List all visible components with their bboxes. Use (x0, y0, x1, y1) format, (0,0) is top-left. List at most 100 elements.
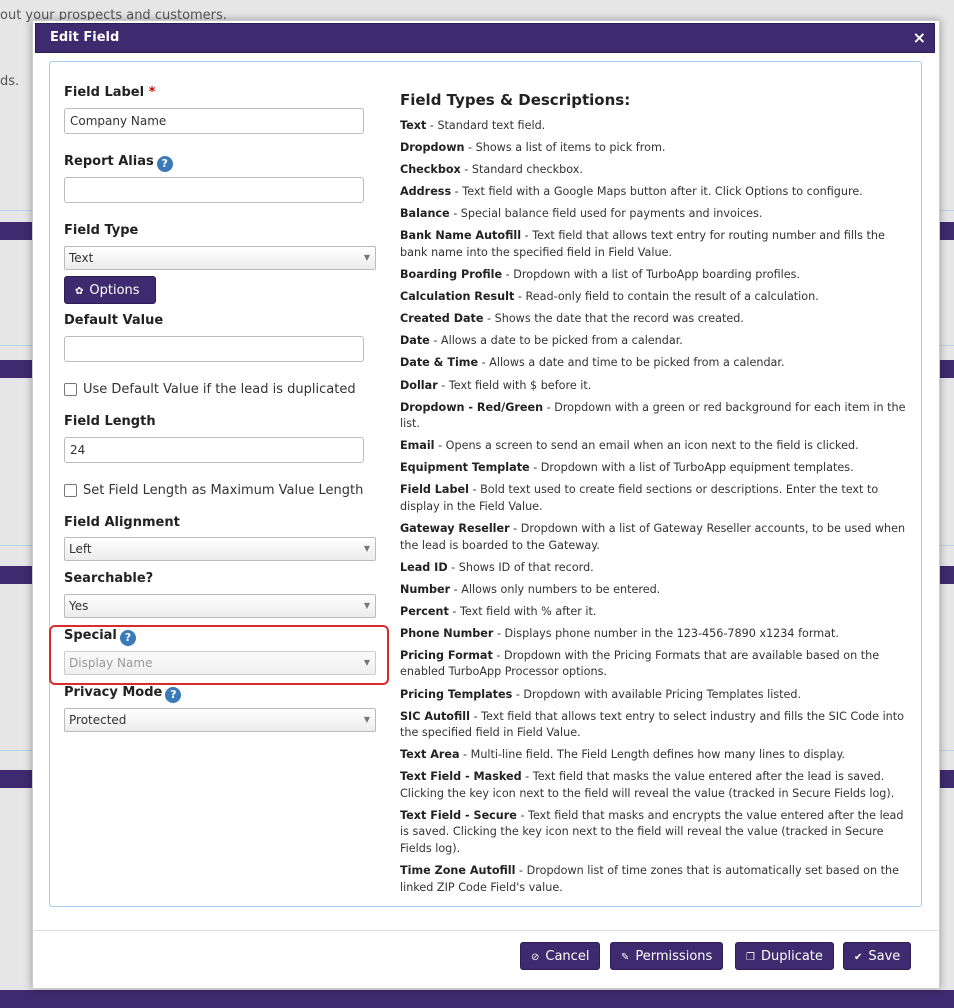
field-type-item: Field Label - Bold text used to create f… (400, 482, 910, 515)
field-alignment-label: Field Alignment (64, 515, 180, 530)
field-type-description: - Shows ID of that record. (447, 560, 594, 574)
field-type-item: Calculation Result - Read-only field to … (400, 289, 910, 306)
field-type-item: Created Date - Shows the date that the r… (400, 311, 910, 328)
use-default-checkbox-label: Use Default Value if the lead is duplica… (83, 382, 356, 397)
set-length-checkbox[interactable] (64, 484, 77, 497)
field-type-name: Checkbox (400, 163, 461, 177)
field-type-item: Gateway Reseller - Dropdown with a list … (400, 521, 910, 554)
field-type-item: Dropdown - Shows a list of items to pick… (400, 140, 910, 157)
field-type-item: Percent - Text field with % after it. (400, 604, 910, 621)
field-type-item: Pricing Format - Dropdown with the Prici… (400, 648, 910, 681)
field-type-item: Checkbox - Standard checkbox. (400, 162, 910, 179)
background-bar (0, 990, 954, 1008)
field-type-item: Text Area - Multi-line field. The Field … (400, 747, 910, 764)
permissions-button[interactable]: ✎ Permissions (610, 942, 724, 970)
field-type-description: - Text field with a Google Maps button a… (451, 185, 863, 199)
field-type-description: - Multi-line field. The Field Length def… (459, 748, 846, 762)
field-type-name: Time Zone Autofill (400, 864, 516, 878)
field-type-name: Percent (400, 604, 449, 618)
privacy-mode-label: Privacy Mode? (64, 685, 182, 703)
chevron-down-icon: ▼ (363, 658, 370, 667)
help-icon[interactable]: ? (156, 156, 173, 172)
field-type-description: - Text field with % after it. (448, 604, 597, 618)
privacy-mode-select[interactable]: Protected ▼ (64, 708, 376, 732)
field-type-description: - Text field with $ before it. (437, 378, 592, 392)
field-type-name: Boarding Profile (400, 268, 503, 282)
field-type-description: - Bold text used to create field section… (400, 483, 879, 513)
field-type-name: Text Area (400, 748, 460, 762)
report-alias-input[interactable] (64, 177, 364, 203)
chevron-down-icon: ▼ (363, 715, 370, 724)
footer-divider (34, 930, 938, 931)
field-type-description: - Shows a list of items to pick from. (464, 141, 666, 155)
cancel-button[interactable]: ⊘ Cancel (520, 942, 601, 970)
field-type-description: - Allows a date and time to be picked fr… (478, 356, 785, 370)
gear-icon: ✿ (75, 286, 84, 297)
help-icon[interactable]: ? (119, 630, 136, 646)
field-types-heading: Field Types & Descriptions: (400, 91, 631, 109)
field-type-name: Dropdown (400, 141, 465, 155)
field-type-name: Field Label (400, 483, 469, 497)
field-type-item: Text - Standard text field. (400, 118, 910, 135)
field-alignment-select[interactable]: Left ▼ (64, 537, 376, 561)
field-type-item: Equipment Template - Dropdown with a lis… (400, 460, 910, 477)
field-type-name: Lead ID (400, 560, 448, 574)
field-type-description: - Dropdown with a list of TurboApp board… (502, 268, 801, 282)
field-type-description: - Read-only field to contain the result … (514, 290, 819, 304)
field-type-item: Number - Allows only numbers to be enter… (400, 582, 910, 599)
field-type-name: Date & Time (400, 356, 479, 370)
field-type-description: - Standard checkbox. (460, 163, 583, 177)
special-label: Special? (64, 628, 136, 646)
field-type-item: Date & Time - Allows a date and time to … (400, 355, 910, 372)
save-button[interactable]: ✔ Save (843, 942, 912, 970)
field-label-input[interactable]: Company Name (64, 108, 364, 134)
set-length-checkbox-row[interactable]: Set Field Length as Maximum Value Length (64, 483, 363, 498)
field-type-item: Balance - Special balance field used for… (400, 206, 910, 223)
field-type-description: - Dropdown with a list of TurboApp equip… (529, 461, 854, 475)
field-type-item: Lead ID - Shows ID of that record. (400, 560, 910, 577)
field-type-name: Email (400, 439, 435, 453)
dialog-title: Edit Field (50, 30, 120, 45)
required-mark: * (148, 85, 156, 100)
searchable-select[interactable]: Yes ▼ (64, 594, 376, 618)
field-type-name: Dollar (400, 378, 438, 392)
field-type-item: Address - Text field with a Google Maps … (400, 184, 910, 201)
use-default-checkbox[interactable] (64, 383, 77, 396)
field-type-item: SIC Autofill - Text field that allows te… (400, 709, 910, 742)
default-value-label: Default Value (64, 313, 164, 328)
use-default-checkbox-row[interactable]: Use Default Value if the lead is duplica… (64, 382, 356, 397)
field-length-label: Field Length (64, 414, 156, 429)
default-value-input[interactable] (64, 336, 364, 362)
report-alias-label: Report Alias? (64, 154, 173, 172)
help-icon[interactable]: ? (165, 687, 182, 703)
field-type-description: - Dropdown with available Pricing Templa… (512, 687, 802, 701)
field-type-name: Calculation Result (400, 290, 515, 304)
dialog-header: Edit Field × (35, 23, 935, 53)
field-type-item: Bank Name Autofill - Text field that all… (400, 228, 910, 261)
field-type-description: - Special balance field used for payment… (449, 207, 763, 221)
field-type-item: Dollar - Text field with $ before it. (400, 378, 910, 395)
field-type-description: - Allows only numbers to be entered. (450, 582, 661, 596)
close-icon[interactable]: × (913, 24, 926, 52)
field-type-name: Pricing Format (400, 648, 493, 662)
field-type-description: - Allows a date to be picked from a cale… (429, 334, 683, 348)
field-type-item: Dropdown - Red/Green - Dropdown with a g… (400, 400, 910, 433)
field-type-select[interactable]: Text ▼ (64, 246, 376, 270)
field-type-item: Text Field - Masked - Text field that ma… (400, 769, 910, 802)
field-type-name: Phone Number (400, 626, 494, 640)
duplicate-button[interactable]: ❐ Duplicate (735, 942, 834, 970)
options-button[interactable]: ✿ Options (64, 276, 156, 304)
background-text-side: ds. (0, 74, 20, 89)
copy-icon: ❐ (746, 952, 755, 963)
field-type-item: Email - Opens a screen to send an email … (400, 438, 910, 455)
field-length-input[interactable]: 24 (64, 437, 364, 463)
field-type-item: Pricing Templates - Dropdown with availa… (400, 687, 910, 704)
field-type-name: Address (400, 185, 452, 199)
field-type-label: Field Type (64, 223, 139, 238)
field-type-item: Boarding Profile - Dropdown with a list … (400, 267, 910, 284)
special-select[interactable]: Display Name ▼ (64, 651, 376, 675)
ban-icon: ⊘ (531, 952, 540, 963)
field-type-name: Balance (400, 207, 450, 221)
field-type-name: SIC Autofill (400, 709, 470, 723)
field-type-name: Bank Name Autofill (400, 229, 522, 243)
